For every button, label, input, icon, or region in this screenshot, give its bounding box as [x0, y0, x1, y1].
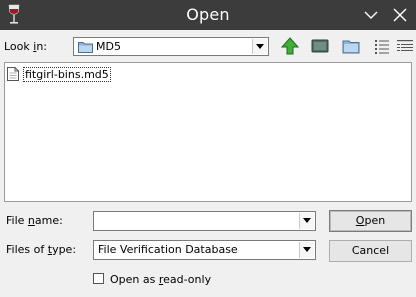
cancel-button[interactable]: Cancel	[329, 240, 412, 262]
file-name-combo[interactable]	[93, 211, 316, 231]
new-folder-icon	[342, 40, 360, 54]
file-name: fitgirl-bins.md5	[23, 67, 111, 82]
look-in-combo[interactable]: MD5	[73, 37, 269, 56]
read-only-checkbox[interactable]	[93, 273, 104, 284]
file-list[interactable]: fitgirl-bins.md5	[4, 62, 412, 202]
title-bar: Open	[0, 0, 416, 30]
document-icon	[7, 67, 19, 81]
file-name-label: File name:	[6, 214, 63, 227]
list-view-icon	[375, 40, 389, 54]
look-in-value: MD5	[96, 40, 121, 53]
look-in-label: Look in:	[4, 40, 48, 53]
folder-icon	[78, 42, 93, 53]
chevron-down-icon	[303, 218, 311, 223]
desktop-icon	[311, 39, 329, 53]
details-view-button[interactable]	[395, 36, 415, 56]
look-in-dropdown-button[interactable]	[252, 39, 267, 54]
list-view-button[interactable]	[372, 36, 392, 56]
file-name-dropdown-button[interactable]	[299, 213, 314, 229]
green-up-arrow-icon	[280, 37, 300, 55]
window-title: Open	[186, 5, 230, 24]
desktop-button[interactable]	[310, 36, 330, 56]
file-type-value: File Verification Database	[98, 243, 238, 256]
close-icon[interactable]	[391, 6, 409, 24]
minimize-chevron-icon[interactable]	[362, 6, 380, 24]
chevron-down-icon	[303, 247, 311, 252]
read-only-label[interactable]: Open as read-only	[110, 273, 211, 286]
file-type-combo[interactable]: File Verification Database	[93, 240, 316, 260]
up-one-level-button[interactable]	[280, 36, 300, 56]
files-of-type-label: Files of type:	[6, 243, 77, 256]
open-button[interactable]: Open	[329, 210, 412, 232]
chevron-down-icon	[256, 44, 264, 49]
create-new-folder-button[interactable]	[341, 36, 361, 56]
details-view-icon	[397, 40, 413, 51]
file-type-dropdown-button[interactable]	[299, 242, 314, 258]
